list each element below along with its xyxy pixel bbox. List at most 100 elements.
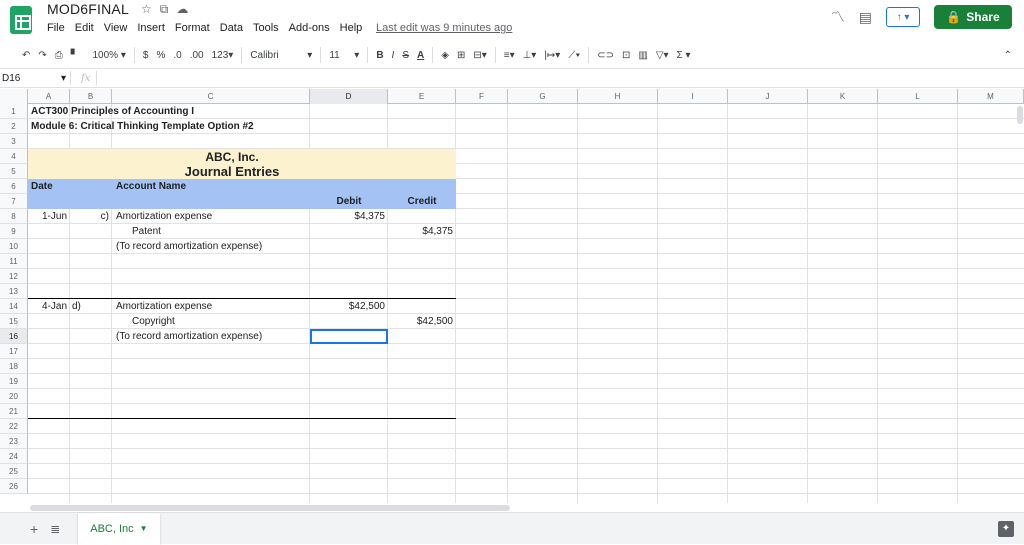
debit-account[interactable]: Amortization expense xyxy=(116,209,306,224)
entry-memo[interactable]: (To record amortization expense) xyxy=(116,329,306,344)
entry-letter[interactable]: c) xyxy=(73,209,109,224)
menu-help[interactable]: Help xyxy=(340,22,363,34)
credit-account[interactable]: Patent xyxy=(132,224,290,239)
last-edit-link[interactable]: Last edit was 9 minutes ago xyxy=(376,22,512,34)
credit-account[interactable]: Copyright xyxy=(132,314,290,329)
course-title[interactable]: ACT300 Principles of Accounting I xyxy=(31,104,307,119)
menu-data[interactable]: Data xyxy=(220,22,243,34)
font-size-select[interactable]: 11 ▾ xyxy=(325,45,363,65)
collapse-menu-icon[interactable]: ⌃ xyxy=(1000,45,1016,65)
row-header[interactable]: 6 xyxy=(0,179,28,194)
selected-cell[interactable] xyxy=(310,329,388,344)
vertical-align-icon[interactable]: ⊥▾ xyxy=(519,45,541,65)
row-header[interactable]: 1 xyxy=(0,104,28,119)
entry-letter[interactable]: d) xyxy=(72,299,110,314)
column-header-k[interactable]: K xyxy=(808,89,878,104)
merge-cells-icon[interactable]: ⊟▾ xyxy=(469,45,490,65)
currency-button[interactable]: $ xyxy=(139,45,153,65)
increase-decimal-button[interactable]: .00 xyxy=(186,45,208,65)
sheet-heading[interactable]: Journal Entries xyxy=(28,164,456,179)
row-header[interactable]: 24 xyxy=(0,449,28,464)
column-header-d[interactable]: D xyxy=(310,89,388,104)
add-sheet-icon[interactable]: + xyxy=(30,521,38,537)
fill-color-icon[interactable]: ◈ xyxy=(437,45,453,65)
row-header[interactable]: 4 xyxy=(0,149,28,164)
debit-account[interactable]: Amortization expense xyxy=(116,299,306,314)
column-header-e[interactable]: E xyxy=(388,89,456,104)
star-icon[interactable]: ☆ xyxy=(141,2,152,17)
decrease-decimal-button[interactable]: .0 xyxy=(169,45,185,65)
row-header[interactable]: 21 xyxy=(0,404,28,419)
row-header[interactable]: 14 xyxy=(0,299,28,314)
row-header[interactable]: 25 xyxy=(0,464,28,479)
row-header[interactable]: 13 xyxy=(0,284,28,299)
row-header[interactable]: 7 xyxy=(0,194,28,209)
document-title[interactable]: MOD6FINAL xyxy=(47,1,129,17)
entry-date[interactable]: 1-Jun xyxy=(31,209,67,224)
row-header[interactable]: 16 xyxy=(0,329,28,344)
module-title[interactable]: Module 6: Critical Thinking Template Opt… xyxy=(31,119,307,134)
row-header[interactable]: 26 xyxy=(0,479,28,494)
menu-format[interactable]: Format xyxy=(175,22,210,34)
row-header[interactable]: 8 xyxy=(0,209,28,224)
debit-amount[interactable]: $42,500 xyxy=(313,299,385,314)
functions-button[interactable]: Σ ▾ xyxy=(673,45,695,65)
row-header[interactable]: 23 xyxy=(0,434,28,449)
row-header[interactable]: 15 xyxy=(0,314,28,329)
spreadsheet-grid[interactable]: ABCDEFGHIJKLM 1 2 3 4 5 6 7 8 9 10 11 12 13 14 15 16 17 1… xyxy=(0,89,1024,503)
font-select[interactable]: Calibri ▾ xyxy=(246,45,316,65)
redo-icon[interactable]: ↷ xyxy=(34,45,50,65)
filter-icon[interactable]: ▽▾ xyxy=(652,45,673,65)
row-header[interactable]: 18 xyxy=(0,359,28,374)
percent-button[interactable]: % xyxy=(152,45,169,65)
bold-button[interactable]: B xyxy=(372,45,387,65)
insert-chart-icon[interactable]: ▥ xyxy=(634,45,651,65)
column-header-c[interactable]: C xyxy=(112,89,310,104)
column-header-j[interactable]: J xyxy=(728,89,808,104)
horizontal-align-icon[interactable]: ≡▾ xyxy=(500,45,519,65)
vertical-scrollbar[interactable] xyxy=(1017,106,1023,124)
menu-edit[interactable]: Edit xyxy=(75,22,94,34)
row-header[interactable]: 17 xyxy=(0,344,28,359)
strikethrough-button[interactable]: S xyxy=(398,45,413,65)
text-wrap-icon[interactable]: |↦▾ xyxy=(540,45,564,65)
text-rotation-icon[interactable]: ⟋▾ xyxy=(564,45,584,65)
row-header[interactable]: 20 xyxy=(0,389,28,404)
column-header-h[interactable]: H xyxy=(578,89,658,104)
row-header[interactable]: 9 xyxy=(0,224,28,239)
menu-tools[interactable]: Tools xyxy=(253,22,279,34)
column-header-l[interactable]: L xyxy=(878,89,958,104)
debit-amount[interactable]: $4,375 xyxy=(313,209,385,224)
paint-format-icon[interactable]: ▘ xyxy=(67,45,83,65)
sheet-tab-abc-inc[interactable]: ABC, Inc ▼ xyxy=(78,512,160,545)
name-box[interactable]: D16 ▾ xyxy=(0,73,70,84)
borders-icon[interactable]: ⊞ xyxy=(453,45,469,65)
italic-button[interactable]: I xyxy=(388,45,399,65)
column-header-b[interactable]: B xyxy=(70,89,112,104)
cloud-status-icon[interactable]: ☁ xyxy=(176,2,188,17)
all-sheets-icon[interactable]: ≣ xyxy=(50,522,60,536)
column-header-g[interactable]: G xyxy=(508,89,578,104)
row-header[interactable]: 10 xyxy=(0,239,28,254)
column-header-a[interactable]: A xyxy=(28,89,70,104)
row-header[interactable]: 12 xyxy=(0,269,28,284)
undo-icon[interactable]: ↶ xyxy=(18,45,34,65)
credit-amount[interactable]: $4,375 xyxy=(391,224,453,239)
date-header[interactable]: Date xyxy=(31,179,67,194)
credit-amount[interactable]: $42,500 xyxy=(391,314,453,329)
debit-header[interactable]: Debit xyxy=(310,194,388,209)
entry-date[interactable]: 4-Jan xyxy=(31,299,67,314)
credit-header[interactable]: Credit xyxy=(388,194,456,209)
horizontal-scrollbar[interactable] xyxy=(30,505,510,511)
row-header[interactable]: 11 xyxy=(0,254,28,269)
text-color-button[interactable]: A xyxy=(413,45,428,65)
row-header[interactable]: 2 xyxy=(0,119,28,134)
share-button[interactable]: 🔒 Share xyxy=(934,5,1012,29)
move-folder-icon[interactable]: ⧉ xyxy=(160,2,169,17)
column-header-f[interactable]: F xyxy=(456,89,508,104)
activity-icon[interactable]: 〽 xyxy=(831,7,845,27)
zoom-select[interactable]: 100% ▾ xyxy=(88,45,129,65)
comments-icon[interactable]: ▤ xyxy=(859,9,872,26)
account-name-header[interactable]: Account Name xyxy=(116,179,308,194)
insert-link-icon[interactable]: ⊂⊃ xyxy=(593,45,618,65)
